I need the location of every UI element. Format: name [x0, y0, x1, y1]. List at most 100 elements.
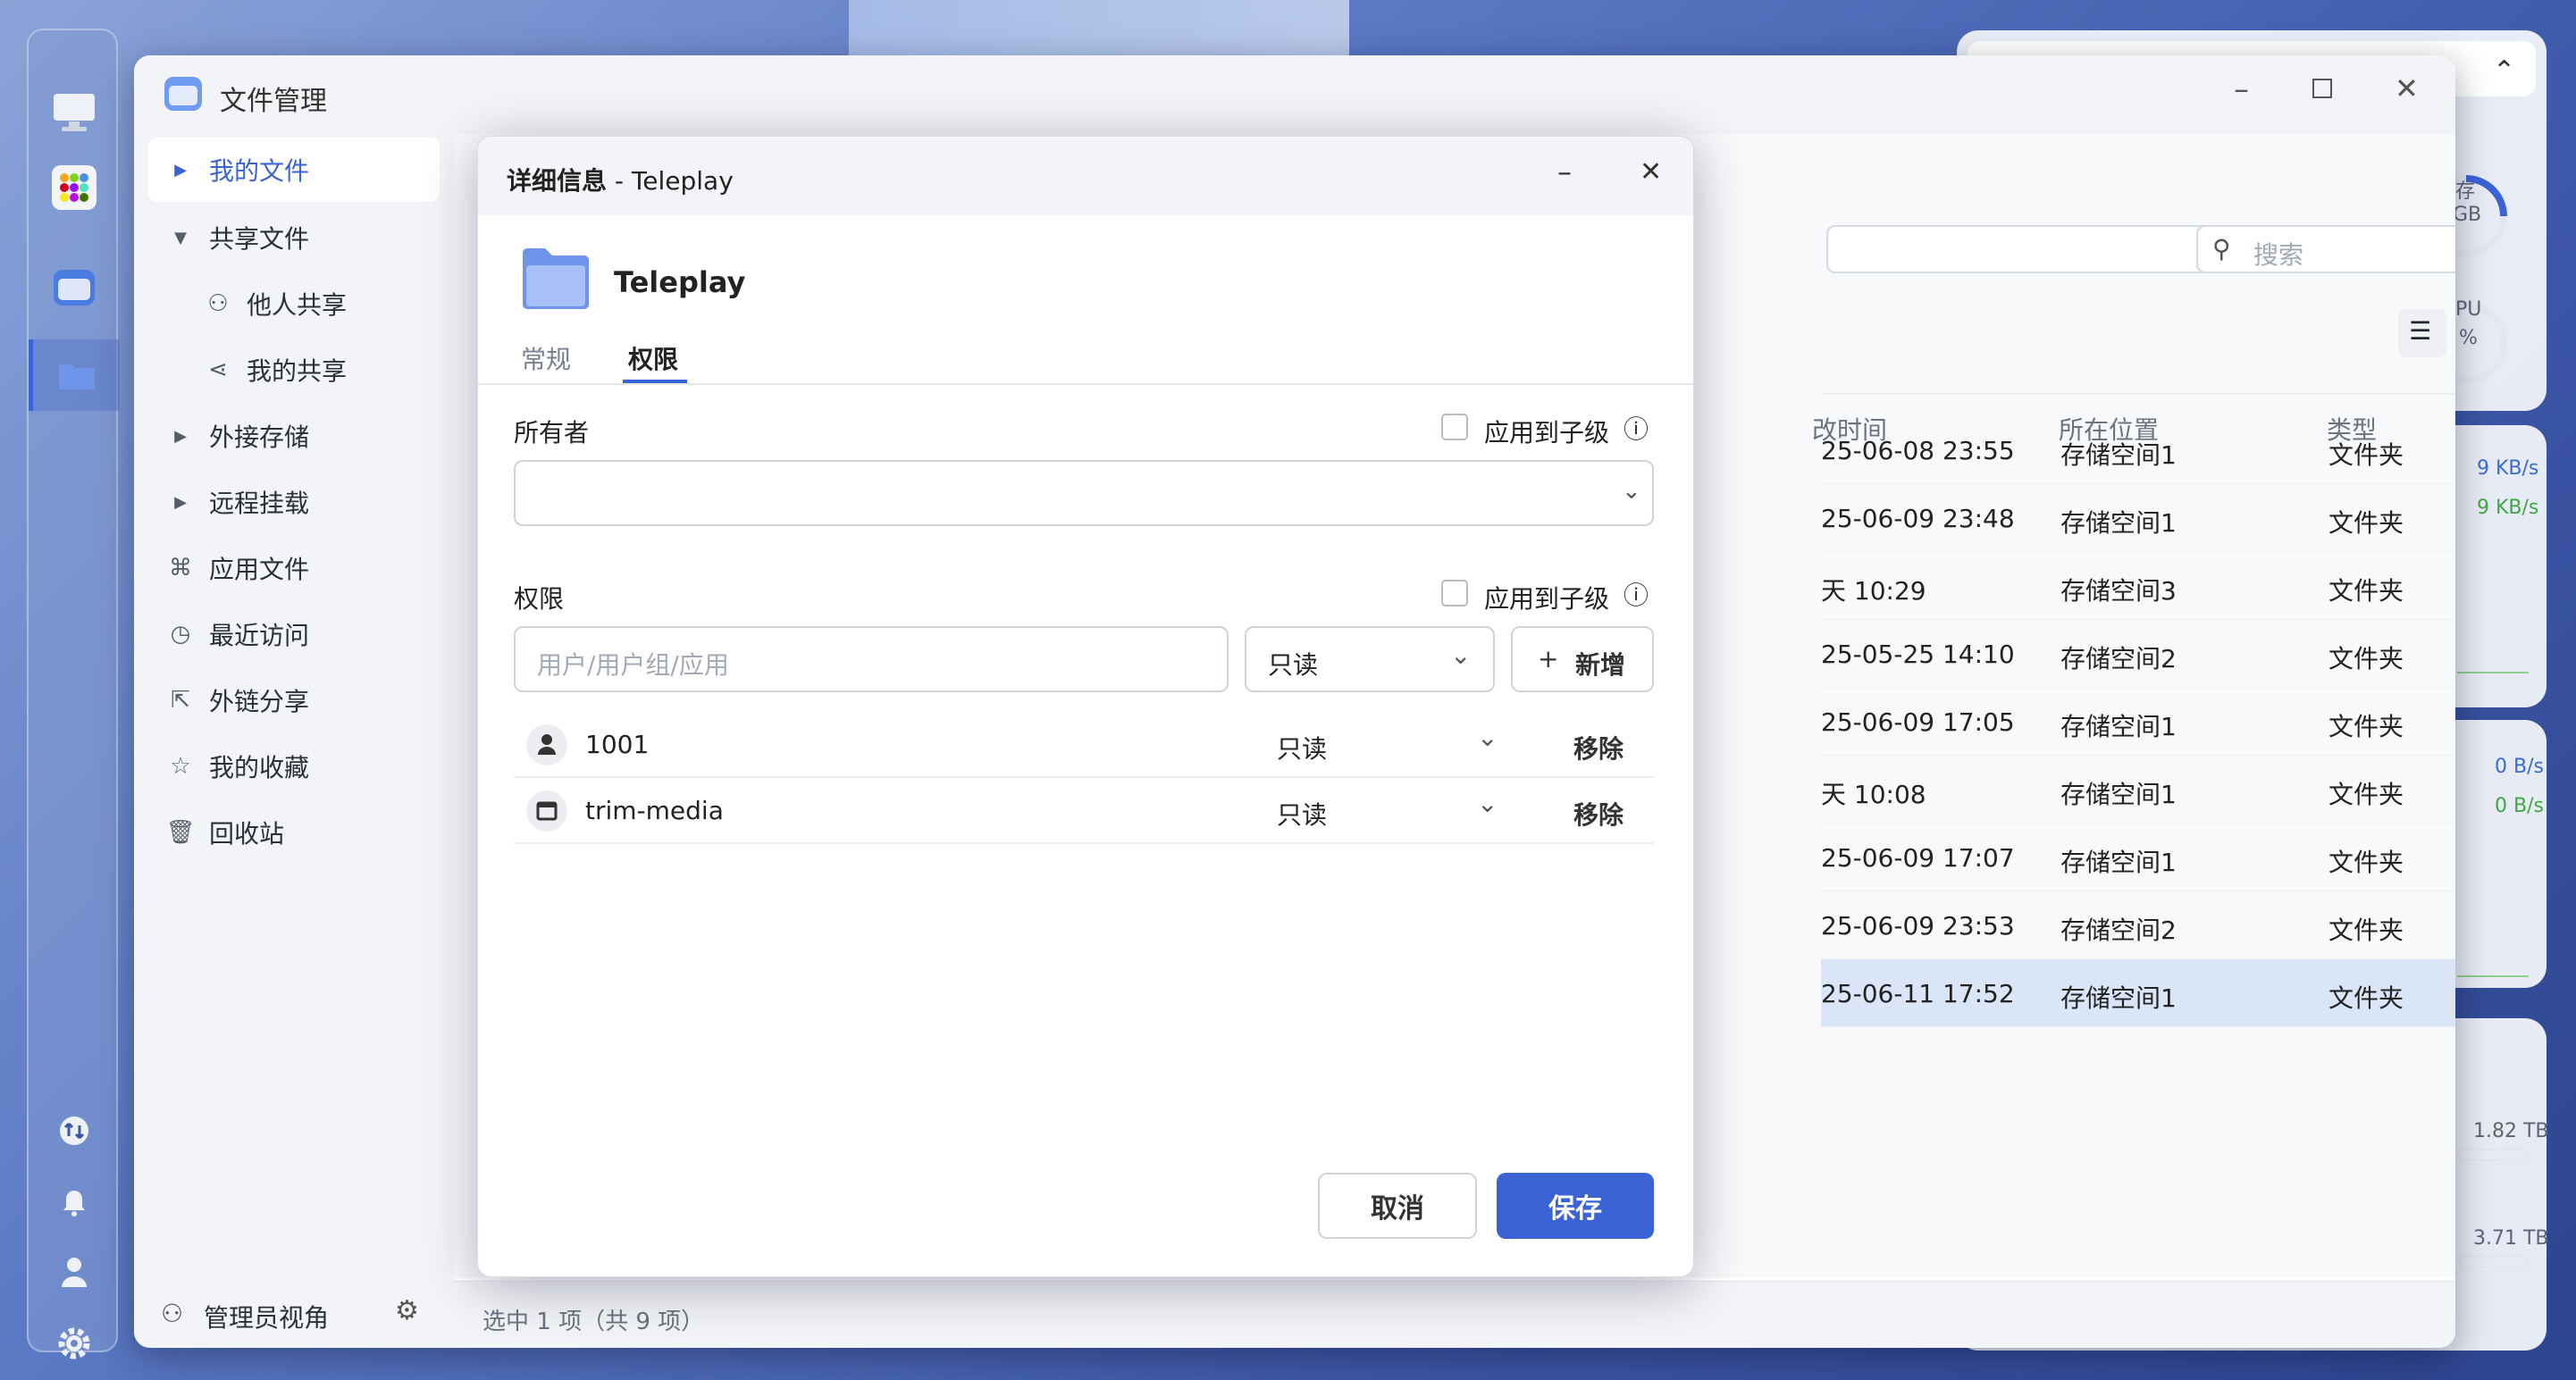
bell-icon	[63, 1191, 85, 1217]
sidebar-item-my-shares[interactable]: ⋖ 我的共享	[148, 338, 440, 402]
sort-button[interactable]: ☰	[2398, 309, 2446, 357]
remove-entry-button[interactable]: 移除	[1573, 796, 1624, 832]
sidebar-item-link-share[interactable]: ⇱ 外链分享	[148, 668, 440, 732]
dialog-title: 详细信息 - Teleplay	[507, 162, 734, 197]
dock-notifications[interactable]	[29, 1167, 120, 1238]
table-row[interactable]: 25-06-09 23:53 存储空间2 文件夹	[1821, 891, 2455, 959]
app-icon	[164, 77, 202, 111]
owner-select[interactable]: ⌄	[514, 460, 1654, 526]
sidebar-item-trash[interactable]: 🗑 回收站	[148, 800, 440, 865]
row-type: 文件夹	[2328, 983, 2404, 1013]
sidebar-item-label: 远程挂载	[209, 489, 310, 518]
search-input[interactable]: 搜索	[2253, 236, 2303, 272]
minimize-button[interactable]: –	[2234, 71, 2249, 107]
collapse-icon[interactable]: ⌃	[2493, 55, 2515, 87]
sidebar-item-favorites[interactable]: ☆ 我的收藏	[148, 734, 440, 799]
dock-transfer[interactable]	[29, 1095, 120, 1167]
dock-file-manager[interactable]	[29, 252, 120, 323]
sidebar-item-label: 我的文件	[209, 156, 310, 186]
folder-icon	[523, 248, 589, 309]
row-time: 天 10:08	[1821, 780, 1926, 809]
net-graph-line	[2457, 672, 2529, 673]
search-icon: ⚲	[2212, 234, 2231, 263]
table-row[interactable]: 25-06-09 17:05 存储空间1 文件夹	[1821, 688, 2455, 756]
user-input-placeholder: 用户/用户组/应用	[537, 650, 729, 680]
dock-files-active[interactable]	[29, 339, 120, 411]
path-bar[interactable]	[1826, 225, 2219, 273]
chevron-down-icon[interactable]: ⌄	[1477, 789, 1498, 818]
perm-apply-children-checkbox[interactable]	[1441, 580, 1468, 606]
row-location: 存储空间1	[2060, 983, 2177, 1013]
cpu-value: %	[2459, 327, 2478, 349]
row-time: 25-06-09 23:53	[1821, 911, 2015, 941]
dialog-title-name: Teleplay	[631, 166, 734, 196]
permission-level-select[interactable]: 只读 ⌄	[1245, 626, 1495, 692]
table-row[interactable]: 天 10:29 存储空间3 文件夹	[1821, 552, 2455, 620]
net-down-2: 0 B/s	[2495, 795, 2544, 817]
sidebar-item-label: 他人共享	[247, 290, 348, 320]
dialog-title-separator: -	[607, 166, 632, 196]
entry-permission-select[interactable]: 只读	[1277, 730, 1327, 765]
row-location: 存储空间1	[2060, 848, 2177, 877]
chevron-down-icon[interactable]: ⌄	[1477, 723, 1498, 752]
owner-apply-children-checkbox[interactable]	[1441, 414, 1468, 440]
sidebar-item-recent[interactable]: ◷ 最近访问	[148, 602, 440, 666]
selection-status: 选中 1 项（共 9 项）	[482, 1309, 705, 1335]
memory-label: 存	[2455, 180, 2476, 203]
info-icon[interactable]: ⓘ	[1624, 410, 1649, 446]
row-time: 25-06-09 17:05	[1821, 707, 2015, 737]
row-type: 文件夹	[2328, 576, 2404, 606]
sidebar-item-my-files[interactable]: ▶ 我的文件	[148, 138, 440, 202]
sidebar-item-label: 我的收藏	[209, 753, 310, 782]
sidebar-item-external-storage[interactable]: ▶ 外接存储	[148, 404, 440, 468]
dock-app-center[interactable]	[29, 152, 120, 223]
sidebar-settings-icon[interactable]: ⚙	[395, 1295, 419, 1326]
transfer-icon	[60, 1117, 88, 1145]
star-icon: ☆	[170, 753, 191, 780]
dock-desktop[interactable]	[29, 77, 120, 148]
cancel-button[interactable]: 取消	[1318, 1173, 1477, 1239]
user-group-app-input[interactable]: 用户/用户组/应用	[514, 626, 1229, 692]
row-type: 文件夹	[2328, 644, 2404, 673]
tab-general[interactable]: 常规	[521, 340, 571, 376]
sidebar-item-others-shared[interactable]: ⚇ 他人共享	[148, 272, 440, 336]
table-row[interactable]: 天 10:08 存储空间1 文件夹	[1821, 756, 2455, 824]
sidebar-footer: ⚇ 管理员视角 ⚙	[134, 1281, 454, 1348]
table-row[interactable]: 25-05-25 14:10 存储空间2 文件夹	[1821, 620, 2455, 688]
chevron-down-icon: ⌄	[1622, 478, 1641, 505]
table-row[interactable]: 25-06-09 17:07 存储空间1 文件夹	[1821, 824, 2455, 891]
app-window-icon	[526, 790, 567, 832]
sort-icon: ☰	[2409, 316, 2432, 346]
maximize-button[interactable]	[2312, 79, 2332, 98]
search-box[interactable]: ⚲ 搜索	[2196, 225, 2455, 273]
row-time: 25-05-25 14:10	[1821, 640, 2015, 669]
remove-entry-button[interactable]: 移除	[1573, 730, 1624, 765]
sidebar-item-app-files[interactable]: ⌘ 应用文件	[148, 536, 440, 600]
permission-entry: 1001 只读 ⌄ 移除	[514, 712, 1654, 778]
dock-settings[interactable]	[29, 1308, 120, 1379]
tab-permissions[interactable]: 权限	[628, 340, 678, 376]
dialog-minimize-button[interactable]: –	[1557, 155, 1572, 188]
dialog-close-button[interactable]: ✕	[1640, 156, 1662, 188]
dialog-title-bar: 详细信息 - Teleplay – ✕	[478, 137, 1693, 215]
expand-icon: ▶	[174, 426, 187, 446]
table-row[interactable]: 25-06-09 23:48 存储空间1 文件夹	[1821, 484, 2455, 552]
row-time: 25-06-08 23:55	[1821, 436, 2015, 465]
entry-permission-select[interactable]: 只读	[1277, 796, 1327, 832]
dock-user[interactable]	[29, 1236, 120, 1308]
table-row-selected[interactable]: 25-06-11 17:52 存储空间1 文件夹	[1821, 959, 2455, 1027]
save-button[interactable]: 保存	[1497, 1173, 1654, 1239]
sidebar-item-remote-mount[interactable]: ▶ 远程挂载	[148, 470, 440, 534]
add-permission-button[interactable]: + 新增	[1511, 626, 1654, 692]
user-icon	[62, 1258, 87, 1287]
disk-size-2: 3.71 TB	[2473, 1227, 2549, 1250]
cpu-label: PU	[2455, 298, 2482, 321]
admin-view-label[interactable]: 管理员视角	[204, 1299, 329, 1334]
memory-value: GB	[2453, 204, 2482, 226]
table-row[interactable]: 25-06-08 23:55 存储空间1 文件夹	[1821, 416, 2455, 484]
close-window-button[interactable]: ✕	[2395, 71, 2419, 105]
row-type: 文件夹	[2328, 712, 2404, 741]
info-icon[interactable]: ⓘ	[1624, 576, 1649, 612]
sidebar-item-shared[interactable]: ▼ 共享文件	[148, 205, 440, 270]
clock-icon: ◷	[170, 621, 191, 648]
